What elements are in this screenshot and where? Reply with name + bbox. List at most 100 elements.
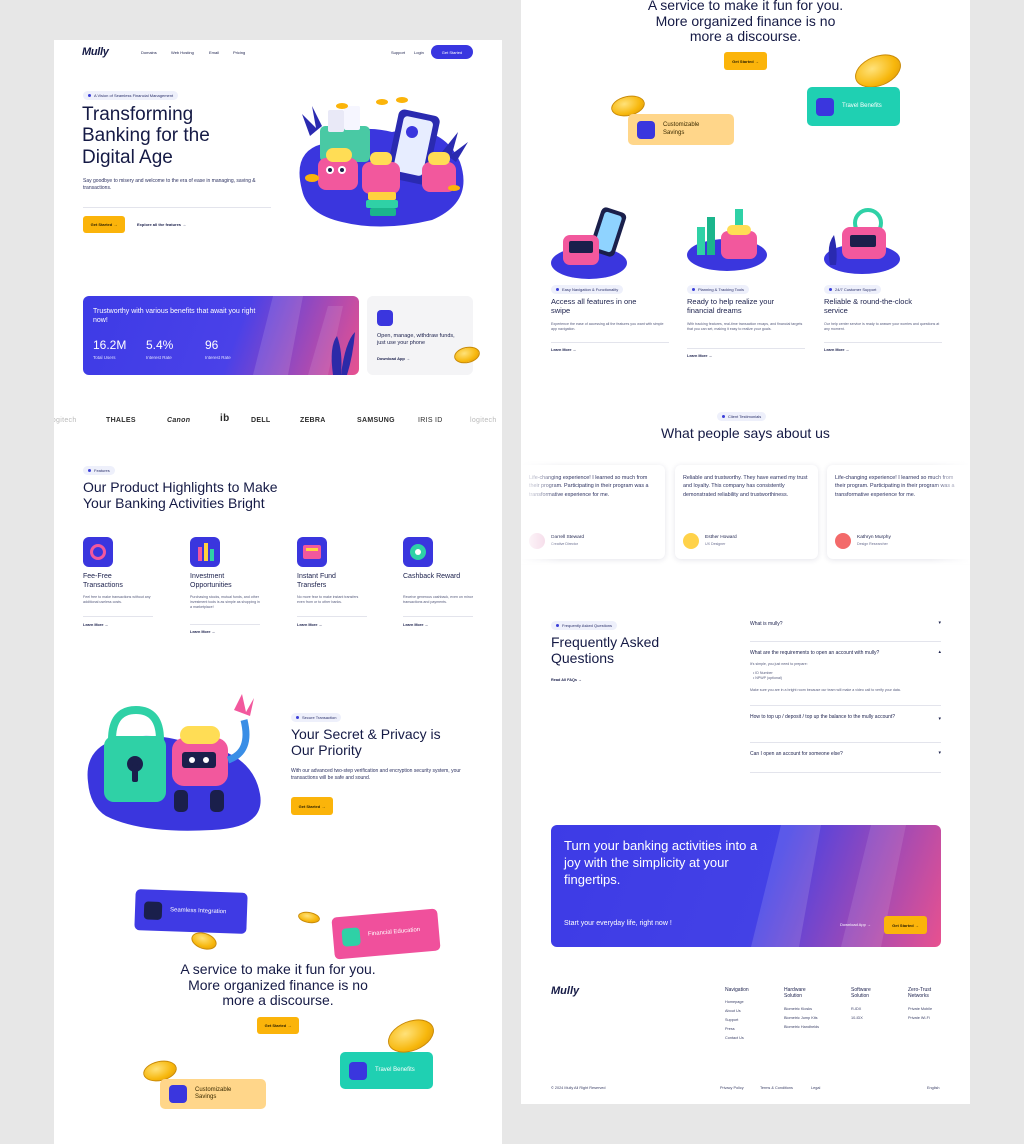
avatar	[683, 533, 699, 549]
fade-left	[521, 460, 561, 564]
cta-get-started-button[interactable]: Get Started →	[884, 916, 927, 934]
features-badge-label: Features	[94, 468, 110, 473]
stat-label: Interest Rate	[146, 355, 172, 360]
badge-dot-icon	[88, 94, 91, 97]
swipe-illustration	[551, 207, 627, 279]
features-title: Our Product Highlights to Make Your Bank…	[83, 479, 343, 511]
footer-link[interactable]: Private Mobile	[908, 1007, 932, 1012]
top-nav: Mully Domains Web Hosting Email Pricing …	[54, 40, 502, 64]
download-app-card: Open, manage, withdraw funds, just use y…	[367, 296, 473, 375]
badge-dot-icon	[88, 469, 91, 472]
faq-title-line: Frequently Asked	[551, 634, 660, 650]
footer-column-title: Navigation	[725, 987, 749, 993]
features-badge: Features	[83, 466, 115, 475]
cta-download-app-link[interactable]: Download App →	[840, 922, 871, 927]
faq-answer-intro: It's simple, you just need to prepare:	[750, 662, 808, 666]
footer-link[interactable]: Press	[725, 1027, 735, 1032]
nav-link-pricing[interactable]: Pricing	[233, 50, 245, 55]
footer-link[interactable]: Contact Us	[725, 1036, 744, 1041]
partner-logo: ZEBRA	[300, 417, 326, 424]
testimonial-quote: Reliable and trustworthy. They have earn…	[683, 475, 808, 498]
security-badge-label: Secure Transaction	[302, 715, 337, 720]
footer-link-legal[interactable]: Legal	[811, 1086, 820, 1090]
hero-get-started-button[interactable]: Get Started →	[83, 216, 125, 233]
footer-logo[interactable]: Mully	[551, 985, 579, 997]
language-selector[interactable]: English	[927, 1086, 939, 1090]
fun-get-started-button[interactable]: Get Started →	[724, 52, 767, 70]
partner-logo: IRIS ID	[418, 417, 443, 424]
footer-link-terms[interactable]: Terms & Conditions	[760, 1086, 793, 1090]
feature-learn-more-link[interactable]: Learn More →	[403, 623, 428, 627]
testimonials-badge: Client Testimonials	[717, 412, 767, 421]
no-fee-icon	[83, 537, 113, 567]
footer-link[interactable]: Biometric Handhelds	[784, 1025, 819, 1030]
footer-link[interactable]: About Us	[725, 1009, 741, 1014]
footer-link[interactable]: Private Wi-Fi	[908, 1016, 930, 1021]
service-title: Reliable & round-the-clock service	[824, 297, 912, 316]
footer-link[interactable]: 10-IDX	[851, 1016, 863, 1021]
faq-question: What are the requirements to open an acc…	[750, 650, 880, 656]
investment-icon	[190, 537, 220, 567]
faq-question: How to top up / deposit / top up the bal…	[750, 714, 896, 720]
stat-value: 5.4%	[146, 338, 174, 352]
nav-link-login[interactable]: Login	[414, 50, 424, 55]
nav-link-email[interactable]: Email	[209, 50, 219, 55]
security-illustration	[87, 694, 261, 831]
feature-desc: Purchasing stocks, mutual funds, and oth…	[190, 595, 260, 610]
nav-get-started-button[interactable]: Get Started	[431, 45, 473, 59]
faq-badge-label: Frequently Asked Questions	[562, 623, 613, 628]
feature-title: Instant Fund Transfers	[297, 573, 336, 589]
service-learn-more-link[interactable]: Learn More →	[824, 348, 849, 352]
nav-link-web-hosting[interactable]: Web Hosting	[171, 50, 194, 55]
savings-icon	[169, 1085, 187, 1103]
stat-item: 16.2M Total Users	[93, 338, 126, 360]
footer-column-title-line: Networks	[908, 993, 929, 999]
footer-link[interactable]: Homepage	[725, 1000, 744, 1005]
partner-logo: logitech	[54, 417, 77, 424]
divider	[403, 616, 473, 617]
service-title: Ready to help realize your financial dre…	[687, 297, 775, 316]
nav-link-support[interactable]: Support	[391, 50, 405, 55]
testimonial-card: Reliable and trustworthy. They have earn…	[675, 465, 818, 559]
partner-logo: THALES	[106, 417, 136, 424]
badge-dot-icon	[829, 288, 832, 291]
footer-column-title-line: Solution	[851, 993, 870, 999]
footer-link[interactable]: R-IDX	[851, 1007, 861, 1012]
footer-link-privacy[interactable]: Privacy Policy	[720, 1086, 744, 1090]
customizable-savings-tag: Customizable Savings	[628, 114, 734, 145]
security-get-started-button[interactable]: Get Started →	[291, 797, 333, 815]
nav-link-domains[interactable]: Domains	[141, 50, 157, 55]
divider	[750, 772, 941, 773]
faq-item-expanded[interactable]: What are the requirements to open an acc…	[750, 642, 941, 706]
feature-desc: No more fear to make instant transfers e…	[297, 595, 359, 605]
hero-title-line: Transforming	[82, 104, 194, 125]
faq-item[interactable]: How to top up / deposit / top up the bal…	[750, 706, 941, 742]
partner-logo: SAMSUNG	[357, 417, 395, 424]
faq-item[interactable]: Can I open an account for someone else? …	[750, 743, 941, 772]
financial-education-tag: Financial Education	[331, 908, 441, 960]
faq-item[interactable]: What is mully? ▾	[750, 612, 941, 641]
feature-learn-more-link[interactable]: Learn More →	[190, 630, 215, 634]
footer-link[interactable]: Biometric Kiosks	[784, 1007, 812, 1012]
logo[interactable]: Mully	[82, 46, 109, 58]
service-badge: 24/7 Customer Support	[824, 285, 882, 294]
read-all-faqs-link[interactable]: Read All FAQs →	[551, 678, 582, 682]
footer-column-title: Software Solution	[851, 987, 871, 999]
fade-right	[930, 460, 970, 564]
integration-icon	[143, 900, 163, 920]
feature-learn-more-link[interactable]: Learn More →	[297, 623, 322, 627]
tag-label: Seamless Integration	[169, 907, 227, 916]
fun-title-line: More organized finance is no	[655, 12, 836, 29]
testimonial-role: UX Designer	[705, 542, 726, 546]
security-desc: With our advanced two-step verification …	[291, 768, 461, 782]
download-app-link[interactable]: Download App →	[377, 356, 410, 361]
feature-learn-more-link[interactable]: Learn More →	[83, 623, 108, 627]
service-learn-more-link[interactable]: Learn More →	[551, 348, 576, 352]
service-learn-more-link[interactable]: Learn More →	[687, 354, 712, 358]
divider	[83, 616, 153, 617]
explore-features-link[interactable]: Explore all the features →	[137, 222, 186, 227]
footer-link[interactable]: Biometric Jump Kits	[784, 1016, 818, 1021]
footer-link[interactable]: Support	[725, 1018, 738, 1023]
transfer-icon	[297, 537, 327, 567]
fun-get-started-button[interactable]: Get Started →	[257, 1017, 299, 1034]
